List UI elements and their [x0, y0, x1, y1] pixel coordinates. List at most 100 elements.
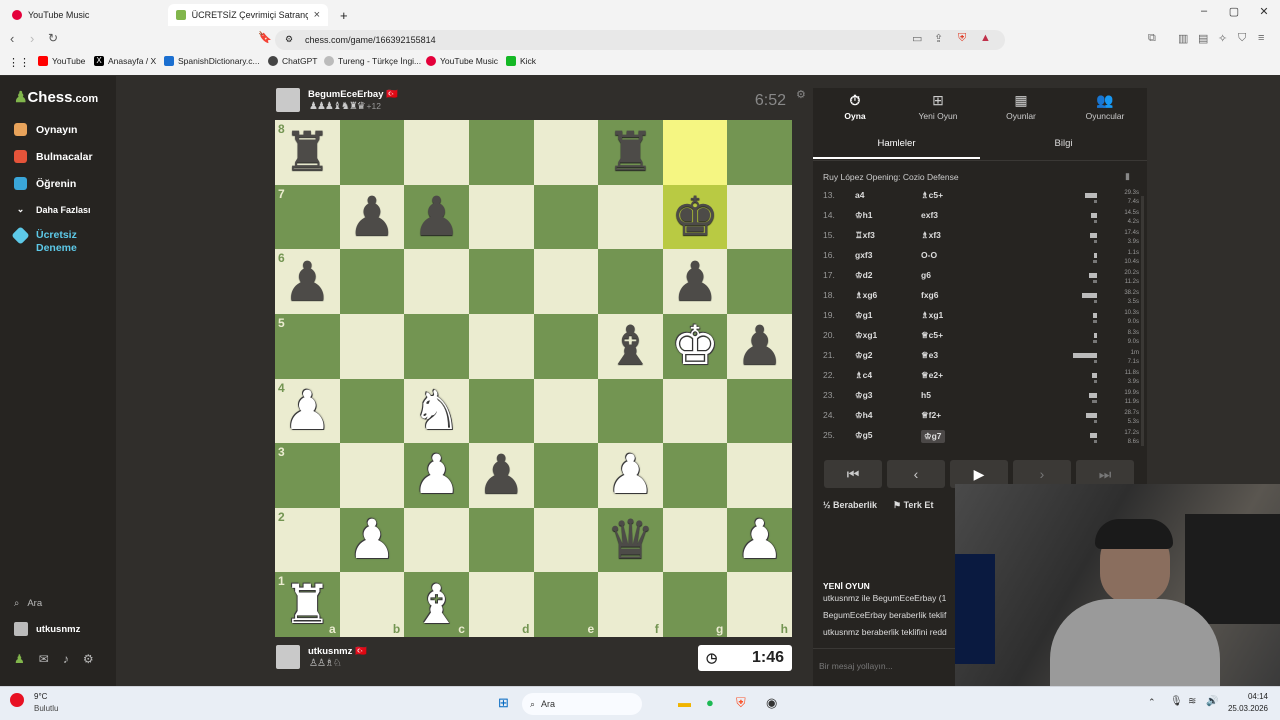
square-e2[interactable] — [533, 507, 599, 573]
subtab-info[interactable]: Bilgi — [980, 138, 1147, 149]
white-move[interactable]: ♔d2 — [855, 270, 873, 281]
apps-icon[interactable]: ⋮⋮ — [8, 56, 30, 69]
nav-learn[interactable]: Öğrenin — [14, 177, 76, 190]
file-explorer-icon[interactable]: ▬ — [678, 695, 691, 710]
book-icon[interactable]: ▮ — [1125, 171, 1130, 182]
player-name[interactable]: utkusnmz 🇹🇷 — [308, 646, 367, 657]
white-move[interactable]: ♗xg6 — [855, 290, 877, 301]
square-f6[interactable] — [598, 249, 663, 314]
square-h4[interactable] — [727, 378, 792, 444]
square-e7[interactable] — [533, 184, 599, 250]
square-b2[interactable]: ♟ — [339, 507, 405, 573]
tab-games[interactable]: ▦ Oyunlar — [991, 92, 1051, 121]
square-d1[interactable]: d — [468, 572, 534, 637]
white-move[interactable]: a4 — [855, 190, 864, 200]
black-move[interactable]: ♕f2+ — [921, 410, 941, 421]
square-g4[interactable] — [662, 378, 728, 444]
white-pawn-icon[interactable]: ♟ — [606, 448, 654, 502]
sidebar-search[interactable]: ⌕ Ara — [14, 598, 42, 609]
bookmark-youtube[interactable]: YouTube — [38, 56, 85, 66]
player-avatar[interactable] — [276, 645, 300, 669]
black-move[interactable]: ♕e3 — [921, 350, 938, 361]
white-pawn-icon[interactable]: ♟ — [283, 383, 331, 438]
tab-play[interactable]: ⏱ Oyna — [825, 92, 885, 121]
square-b1[interactable]: b — [339, 572, 405, 637]
square-c1[interactable]: c ♝ — [404, 572, 469, 637]
white-move[interactable]: ♔xg1 — [855, 330, 877, 341]
wifi-icon[interactable]: ≋ — [1188, 696, 1196, 707]
brave-rewards-icon[interactable]: ▲ — [980, 32, 991, 44]
square-c5[interactable] — [404, 313, 469, 379]
bell-icon[interactable]: ♪ — [63, 652, 69, 666]
square-g6[interactable]: ♟ — [662, 249, 728, 314]
square-b8[interactable] — [339, 120, 405, 185]
white-move[interactable]: ♔h1 — [855, 210, 873, 221]
square-h2[interactable]: ♟ — [727, 507, 792, 573]
menu-icon[interactable]: ≡ — [1258, 32, 1264, 44]
square-c2[interactable] — [404, 507, 469, 573]
square-g2[interactable] — [662, 507, 728, 573]
square-a5[interactable]: 5 — [275, 313, 340, 379]
spotify-icon[interactable]: ● — [706, 695, 714, 710]
black-bishop-icon[interactable]: ♝ — [606, 319, 654, 373]
white-rook-icon[interactable]: ♜ — [283, 577, 331, 632]
square-h7[interactable] — [727, 184, 792, 250]
tab-new-game[interactable]: ⊞ Yeni Oyun — [908, 92, 968, 121]
windows-start-icon[interactable]: ⊞ — [498, 695, 509, 711]
brave-shield-icon[interactable]: ⛨ — [958, 32, 966, 45]
square-f3[interactable]: ♟ — [598, 443, 663, 508]
square-e8[interactable] — [533, 120, 599, 185]
white-king-icon[interactable]: ♚ — [671, 319, 719, 373]
clock-date[interactable]: 25.03.2026 — [1222, 704, 1268, 713]
square-c7[interactable]: ♟ — [404, 184, 469, 250]
square-d8[interactable] — [468, 120, 534, 185]
white-move[interactable]: ♖xf3 — [855, 230, 875, 241]
bookmark-kick[interactable]: Kick — [506, 56, 536, 66]
black-pawn-icon[interactable]: ♟ — [477, 448, 525, 502]
weather-alert-icon[interactable] — [10, 693, 24, 707]
square-h8[interactable] — [727, 120, 792, 185]
square-b3[interactable] — [339, 443, 405, 508]
tray-chevron-icon[interactable]: ⌃ — [1148, 697, 1156, 708]
square-g5[interactable]: ♚ — [662, 313, 728, 379]
back-icon[interactable]: ‹ — [10, 31, 14, 46]
scrollbar[interactable] — [1141, 196, 1144, 446]
square-g3[interactable] — [662, 443, 728, 508]
square-f7[interactable] — [598, 184, 663, 250]
white-move[interactable]: ♔g2 — [855, 350, 873, 361]
square-c8[interactable] — [404, 120, 469, 185]
mail-icon[interactable]: ✉ — [39, 652, 49, 666]
white-move[interactable]: ♔h4 — [855, 410, 873, 421]
reload-icon[interactable]: ↻ — [48, 31, 58, 45]
prev-move-button[interactable]: ‹ — [887, 460, 945, 488]
black-move[interactable]: g6 — [921, 270, 931, 280]
square-h6[interactable] — [727, 249, 792, 314]
square-g8[interactable] — [662, 120, 728, 185]
black-move[interactable]: ♗xg1 — [921, 310, 943, 321]
square-d6[interactable] — [468, 249, 534, 314]
clock-time[interactable]: 04:14 — [1222, 692, 1268, 701]
weather-desc[interactable]: Bulutlu — [34, 704, 58, 713]
square-c4[interactable]: ♞ — [404, 378, 469, 444]
square-a2[interactable]: 2 — [275, 507, 340, 573]
vpn-icon[interactable]: ⛉ — [1238, 32, 1246, 45]
square-a6[interactable]: 6 ♟ — [275, 249, 340, 314]
leo-icon[interactable]: ⧉ — [1148, 32, 1156, 45]
square-g7[interactable]: ♚ — [662, 184, 728, 250]
square-a3[interactable]: 3 — [275, 443, 340, 508]
white-bishop-icon[interactable]: ♝ — [412, 577, 460, 632]
square-d3[interactable]: ♟ — [468, 443, 534, 508]
black-pawn-icon[interactable]: ♟ — [412, 189, 460, 244]
site-info-icon[interactable]: ⚙ — [285, 34, 293, 45]
square-h3[interactable] — [727, 443, 792, 508]
square-e5[interactable] — [533, 313, 599, 379]
forward-icon[interactable]: › — [30, 31, 34, 46]
black-move[interactable]: O-O — [921, 250, 937, 260]
draw-button[interactable]: ½ Beraberlik — [823, 500, 877, 510]
black-pawn-icon[interactable]: ♟ — [671, 254, 719, 309]
square-h1[interactable]: h — [727, 572, 792, 637]
chess-com-logo[interactable]: ♟Chess.com — [14, 88, 98, 106]
square-e4[interactable] — [533, 378, 599, 444]
square-b6[interactable] — [339, 249, 405, 314]
brave-icon[interactable]: ⛨ — [736, 695, 746, 711]
